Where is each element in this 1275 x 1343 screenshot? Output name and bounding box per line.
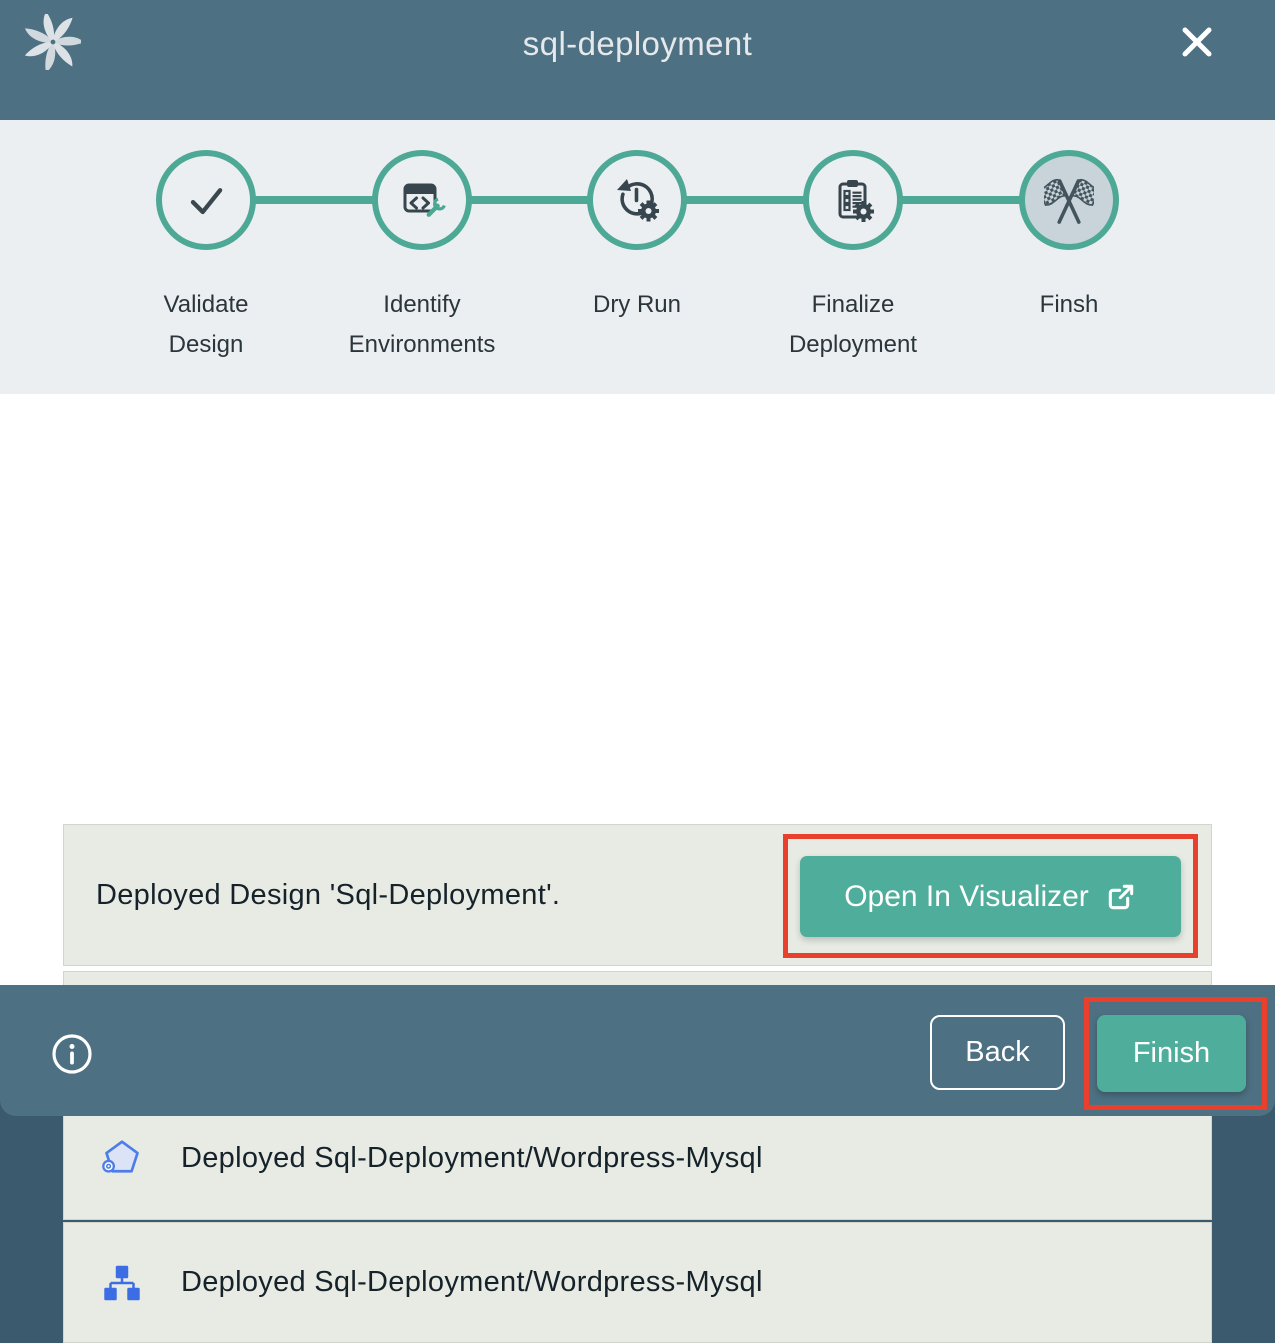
step-circle-dry-run — [587, 150, 687, 250]
result-row: Deployed Sql-Deployment/Wordpress-Mysql — [63, 1222, 1212, 1343]
check-icon — [180, 174, 232, 226]
modal-footer — [0, 985, 1275, 1116]
step-label: Validate Design — [126, 285, 286, 365]
finish-flags-icon — [1044, 175, 1094, 225]
modal-header: sql-deployment — [0, 0, 1275, 120]
step-label: Finalize Deployment — [773, 285, 933, 365]
step-circle-identify-environments — [372, 150, 472, 250]
clipboard-gear-icon — [829, 176, 877, 224]
results-panel: Deployed Design 'Sql-Deployment'. ? Depl… — [0, 394, 1275, 985]
close-icon[interactable] — [1176, 21, 1218, 63]
modal-title: sql-deployment — [0, 25, 1275, 63]
result-message: Deployed Sql-Deployment/Wordpress-Mysql — [181, 1142, 763, 1175]
result-message: Deployed Sql-Deployment/Wordpress-Mysql — [181, 1266, 763, 1299]
step-circle-finalize-deployment — [803, 150, 903, 250]
pentagon-component-icon — [99, 1136, 145, 1182]
dry-run-sync-gear-icon — [613, 176, 661, 224]
open-in-visualizer-button[interactable]: Open In Visualizer — [800, 856, 1181, 937]
step-label: Identify Environments — [342, 285, 502, 365]
summary-message: Deployed Design 'Sql-Deployment'. — [96, 879, 560, 912]
finish-button-label: Finish — [1133, 1037, 1210, 1069]
info-icon[interactable] — [50, 1032, 94, 1076]
wizard-stepper: Validate Design Identify Env — [0, 120, 1275, 394]
step-label: Dry Run — [557, 285, 717, 325]
step-circle-validate-design — [156, 150, 256, 250]
deployment-wizard-modal: sql-deployment Validate Design — [0, 0, 1275, 1122]
open-in-new-icon — [1105, 881, 1137, 913]
step-circle-finish — [1019, 150, 1119, 250]
back-button-label: Back — [965, 1036, 1029, 1068]
open-in-visualizer-label: Open In Visualizer — [844, 880, 1089, 914]
step-label: Finsh — [989, 285, 1149, 325]
code-wrench-icon — [398, 176, 446, 224]
back-button[interactable]: Back — [930, 1015, 1065, 1090]
finish-button[interactable]: Finish — [1097, 1015, 1246, 1092]
topology-icon — [99, 1260, 145, 1306]
